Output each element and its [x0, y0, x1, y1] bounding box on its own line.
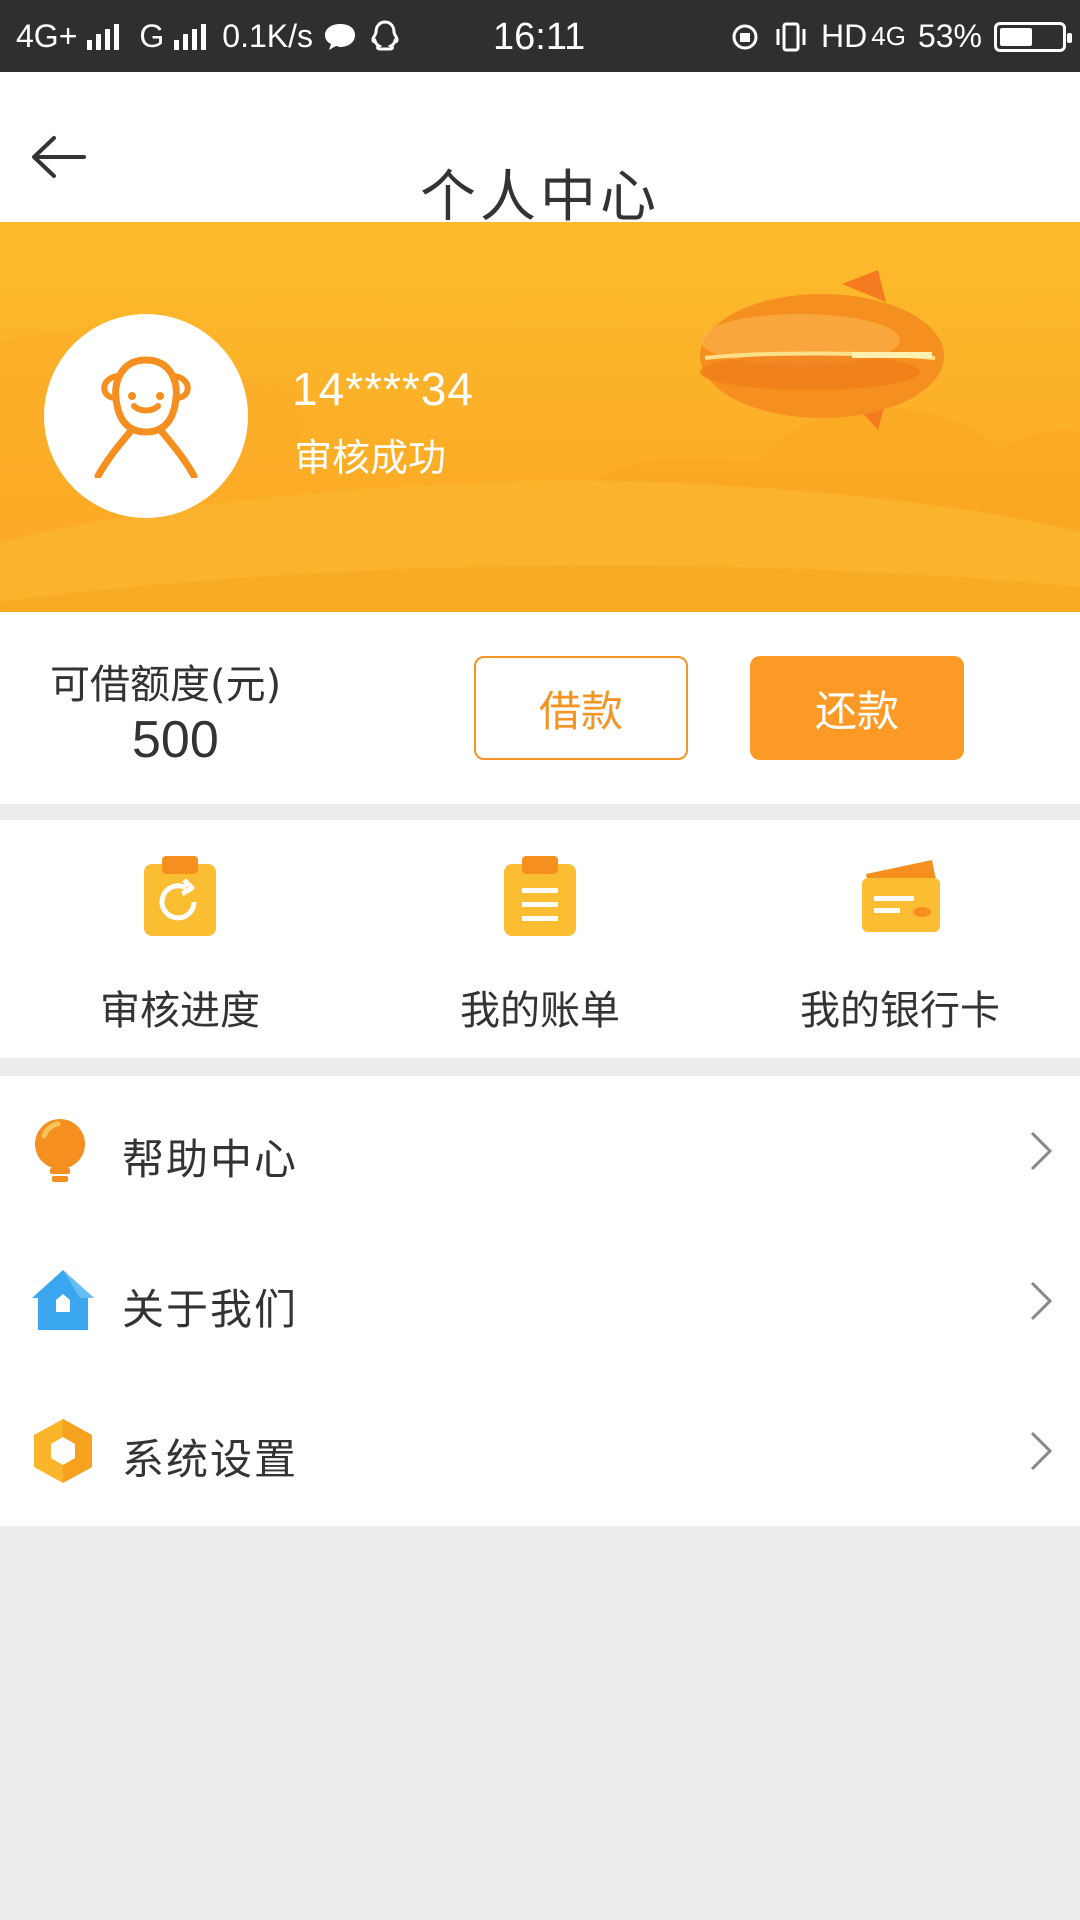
status-bar: 4G+ G 0.1K/s 16:11 HD 4G 53% — [0, 0, 1080, 72]
user-avatar-icon — [94, 356, 198, 478]
menu-item-label: 关于我们 — [122, 1285, 299, 1334]
home-icon — [32, 1270, 94, 1330]
shortcut-label: 审核进度 — [100, 988, 260, 1034]
user-phone: 14****34 — [292, 363, 474, 415]
review-status: 审核成功 — [294, 436, 447, 480]
bank-card-icon — [862, 860, 940, 932]
bill-icon — [504, 856, 576, 936]
borrow-button[interactable]: 借款 — [474, 656, 688, 760]
shortcut-label: 我的银行卡 — [800, 988, 1000, 1034]
qq-icon — [371, 19, 399, 50]
network-type: 4G+ — [16, 18, 78, 54]
hd-indicator: HD — [821, 18, 868, 54]
credit-value: 500 — [132, 711, 219, 769]
battery-icon — [994, 21, 1072, 52]
repay-button[interactable]: 还款 — [750, 656, 964, 760]
page-title: 个人中心 — [420, 165, 660, 230]
message-icon — [324, 23, 355, 50]
lightbulb-icon — [35, 1119, 85, 1182]
avatar[interactable] — [44, 314, 248, 518]
chevron-right-icon — [1030, 1281, 1053, 1321]
shortcut-grid: 审核进度 我的账单 我的银行卡 — [0, 820, 1080, 1058]
menu-item-about-us[interactable]: 关于我们 — [0, 1226, 1080, 1376]
review-progress-icon — [144, 856, 216, 936]
menu-item-help-center[interactable]: 帮助中心 — [0, 1076, 1080, 1226]
settings-hexagon-icon — [34, 1419, 92, 1483]
network-type-right: 4G — [871, 21, 906, 51]
chevron-right-icon — [1030, 1131, 1053, 1171]
status-time: 16:11 — [493, 16, 586, 58]
shortcut-bills[interactable]: 我的账单 — [360, 820, 720, 1058]
signal-icon-2 — [174, 23, 207, 50]
shortcut-label: 我的账单 — [460, 988, 620, 1034]
network-speed: 0.1K/s — [222, 18, 313, 54]
shortcut-bank-cards[interactable]: 我的银行卡 — [720, 820, 1080, 1058]
credit-section: 可借额度(元) 500 借款 还款 — [0, 612, 1080, 804]
header: 个人中心 — [0, 72, 1080, 230]
credit-label: 可借额度(元) — [50, 662, 282, 708]
blimp-illustration — [700, 270, 944, 430]
chevron-right-icon — [1030, 1431, 1053, 1471]
menu-item-label: 帮助中心 — [122, 1135, 299, 1184]
profile-banner: 14****34 审核成功 — [0, 222, 1080, 612]
signal-icon — [87, 23, 120, 50]
menu-item-label: 系统设置 — [122, 1435, 299, 1484]
menu-list: 帮助中心 关于我们 系统设置 — [0, 1076, 1080, 1526]
rotation-lock-icon — [732, 24, 758, 49]
menu-item-system-settings[interactable]: 系统设置 — [0, 1376, 1080, 1526]
vibrate-icon — [776, 22, 806, 51]
shortcut-review-progress[interactable]: 审核进度 — [0, 820, 360, 1058]
network-type-g: G — [139, 18, 165, 54]
battery-percent: 53% — [917, 18, 982, 54]
